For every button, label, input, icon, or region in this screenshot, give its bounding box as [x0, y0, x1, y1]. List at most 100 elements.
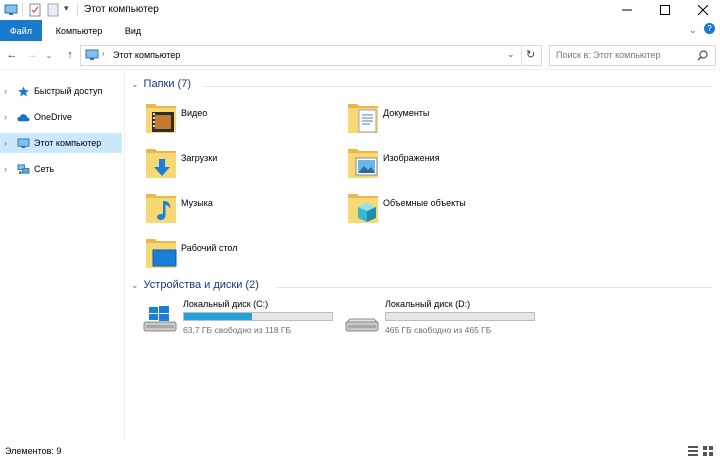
folder-desktop[interactable]: Рабочий стол	[145, 235, 335, 279]
collapse-chevron-icon[interactable]: ⌄	[131, 79, 139, 90]
cloud-icon	[17, 113, 30, 121]
minimize-button[interactable]	[610, 0, 644, 20]
folder-videos[interactable]: Видео	[145, 100, 335, 144]
documents-folder-icon	[348, 104, 378, 133]
folder-label: Музыка	[181, 198, 213, 208]
tab-computer[interactable]: Компьютер	[48, 20, 110, 41]
drive-d[interactable]: Локальный диск (D:) 465 ГБ свободно из 4…	[345, 299, 545, 343]
windows-drive-icon	[143, 306, 177, 332]
title-divider	[77, 3, 78, 17]
recent-locations-button[interactable]: ⌄	[44, 47, 54, 63]
drives-group-title: Устройства и диски (2)	[143, 279, 259, 291]
minimize-icon	[622, 9, 632, 11]
item-count: Элементов: 9	[5, 446, 62, 456]
collapse-chevron-icon[interactable]: ⌄	[131, 280, 139, 291]
refresh-icon[interactable]: ↻	[526, 48, 535, 61]
group-divider	[204, 86, 712, 87]
properties-icon[interactable]	[29, 3, 41, 17]
sidebar-item-this-pc[interactable]: › Этот компьютер	[0, 133, 122, 153]
folders-group-header[interactable]: ⌄ Папки (7)	[131, 78, 191, 90]
computer-icon[interactable]	[4, 4, 18, 16]
folder-label: Загрузки	[181, 153, 218, 163]
folder-pictures[interactable]: Изображения	[347, 145, 537, 189]
folder-label: Объемные объекты	[383, 198, 466, 208]
drive-c[interactable]: Локальный диск (C:) 63,7 ГБ свободно из …	[143, 299, 343, 343]
ribbon-expand-icon[interactable]: ⌄	[689, 25, 697, 36]
breadcrumb-current[interactable]: Этот компьютер	[113, 50, 180, 60]
large-icons-view-icon[interactable]	[703, 446, 713, 456]
expand-arrow-icon[interactable]: ›	[4, 112, 7, 122]
group-divider	[276, 287, 712, 288]
drives-group-header[interactable]: ⌄ Устройства и диски (2)	[131, 279, 259, 291]
drive-icon	[345, 318, 379, 332]
folder-documents[interactable]: Документы	[347, 100, 537, 144]
search-input[interactable]: Поиск в: Этот компьютер	[549, 45, 716, 66]
network-icon	[17, 163, 30, 174]
computer-icon	[17, 137, 30, 148]
ribbon-tabs: Файл Компьютер Вид ⌄ ?	[0, 20, 720, 42]
computer-icon	[85, 49, 99, 60]
status-bar: Элементов: 9	[0, 441, 720, 461]
sidebar-item-label: Быстрый доступ	[34, 86, 103, 96]
folders-group-title: Папки (7)	[143, 78, 191, 90]
address-row: ← → ⌄ ↑ › Этот компьютер ⌄ ↻ Поиск в: Эт…	[0, 41, 720, 70]
new-folder-icon[interactable]	[47, 3, 59, 17]
help-icon[interactable]: ?	[704, 23, 715, 34]
close-button[interactable]	[686, 0, 720, 20]
drive-free-space: 465 ГБ свободно из 465 ГБ	[385, 325, 492, 335]
drive-free-space: 63,7 ГБ свободно из 118 ГБ	[183, 325, 292, 335]
tab-file[interactable]: Файл	[0, 20, 42, 41]
sidebar-item-label: Этот компьютер	[34, 138, 102, 148]
expand-arrow-icon[interactable]: ›	[4, 86, 7, 96]
desktop-folder-icon	[146, 239, 177, 268]
expand-arrow-icon[interactable]: ›	[4, 138, 7, 148]
drive-usage-fill	[184, 313, 253, 320]
arrow-right-icon: →	[26, 49, 38, 61]
folder-3d-objects[interactable]: Объемные объекты	[347, 190, 537, 234]
drive-name: Локальный диск (D:)	[385, 299, 471, 309]
details-view-icon[interactable]	[688, 446, 698, 456]
drive-usage-bar	[385, 312, 535, 321]
folder-label: Видео	[181, 108, 208, 118]
back-button[interactable]: ←	[4, 47, 20, 63]
sidebar-item-onedrive[interactable]: › OneDrive	[0, 107, 122, 127]
drive-usage-bar	[183, 312, 333, 321]
folder-music[interactable]: Музыка	[145, 190, 335, 234]
search-icon	[697, 50, 708, 61]
folder-label: Документы	[383, 108, 430, 118]
tab-view[interactable]: Вид	[118, 20, 148, 41]
arrow-left-icon: ←	[6, 49, 18, 61]
maximize-icon	[660, 5, 670, 15]
pictures-folder-icon	[348, 149, 378, 178]
sidebar-item-label: OneDrive	[34, 112, 73, 122]
forward-button[interactable]: →	[24, 47, 40, 63]
folder-label: Изображения	[383, 153, 440, 163]
address-divider	[521, 46, 522, 65]
search-placeholder: Поиск в: Этот компьютер	[556, 50, 661, 60]
video-folder-icon	[146, 104, 176, 133]
3d-objects-folder-icon	[348, 194, 378, 223]
sidebar-item-quick-access[interactable]: › Быстрый доступ	[0, 81, 122, 101]
quick-access-dropdown-icon[interactable]: ▾	[64, 3, 69, 14]
sidebar-item-network[interactable]: › Сеть	[0, 159, 122, 179]
title-bar: ▾ Этот компьютер	[0, 0, 720, 20]
toolbar-divider	[22, 3, 23, 17]
drive-name: Локальный диск (C:)	[183, 299, 269, 309]
maximize-button[interactable]	[648, 0, 682, 20]
navigation-pane: › Быстрый доступ › OneDrive › Этот компь…	[0, 70, 125, 441]
breadcrumb-separator-icon[interactable]: ›	[102, 49, 105, 58]
chevron-down-icon: ⌄	[45, 50, 53, 60]
window-title: Этот компьютер	[84, 4, 159, 15]
star-icon	[18, 85, 29, 96]
address-dropdown-icon[interactable]: ⌄	[507, 49, 515, 60]
sidebar-item-label: Сеть	[34, 164, 55, 174]
close-icon	[698, 5, 708, 15]
folder-downloads[interactable]: Загрузки	[145, 145, 335, 189]
address-bar[interactable]: › Этот компьютер ⌄ ↻	[80, 45, 542, 66]
up-button[interactable]: ↑	[62, 47, 78, 63]
expand-arrow-icon[interactable]: ›	[4, 164, 7, 174]
downloads-folder-icon	[146, 149, 176, 178]
arrow-up-icon: ↑	[67, 49, 73, 61]
music-folder-icon	[146, 194, 176, 223]
folder-label: Рабочий стол	[181, 243, 238, 253]
